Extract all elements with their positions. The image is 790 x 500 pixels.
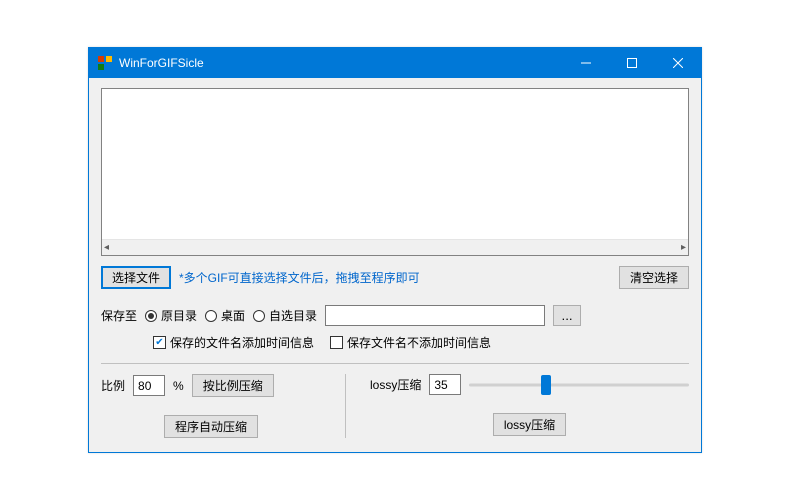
radio-icon xyxy=(253,310,265,322)
radio-original-dir[interactable]: 原目录 xyxy=(145,307,197,324)
file-list[interactable]: ◂ ▸ xyxy=(101,88,689,256)
drag-hint-label: *多个GIF可直接选择文件后，拖拽至程序即可 xyxy=(179,269,420,286)
ratio-label: 比例 xyxy=(101,377,125,394)
radio-icon xyxy=(145,310,157,322)
minimize-button[interactable] xyxy=(563,48,609,78)
close-button[interactable] xyxy=(655,48,701,78)
save-to-label: 保存至 xyxy=(101,307,137,324)
app-icon xyxy=(97,55,113,71)
select-file-button[interactable]: 选择文件 xyxy=(101,266,171,289)
checkbox-icon: ✔ xyxy=(153,336,166,349)
auto-compress-button[interactable]: 程序自动压缩 xyxy=(164,415,258,438)
radio-label: 桌面 xyxy=(221,307,245,324)
slider-track xyxy=(469,383,689,386)
lossy-panel: lossy压缩 lossy压缩 xyxy=(370,374,689,438)
radio-icon xyxy=(205,310,217,322)
browse-button[interactable]: ... xyxy=(553,305,581,326)
radio-custom-dir[interactable]: 自选目录 xyxy=(253,307,317,324)
slider-thumb[interactable] xyxy=(541,375,551,395)
titlebar[interactable]: WinForGIFSicle xyxy=(89,48,701,78)
lossy-input[interactable] xyxy=(429,374,461,395)
save-path-input[interactable] xyxy=(325,305,545,326)
window-title: WinForGIFSicle xyxy=(119,56,204,70)
checkbox-no-add-time[interactable]: 保存文件名不添加时间信息 xyxy=(330,334,491,351)
lossy-label: lossy压缩 xyxy=(370,376,421,393)
checkbox-label: 保存文件名不添加时间信息 xyxy=(347,334,491,351)
vertical-separator xyxy=(345,374,346,438)
divider xyxy=(101,363,689,364)
radio-desktop[interactable]: 桌面 xyxy=(205,307,245,324)
compress-by-ratio-button[interactable]: 按比例压缩 xyxy=(192,374,274,397)
checkbox-label: 保存的文件名添加时间信息 xyxy=(170,334,314,351)
ratio-panel: 比例 % 按比例压缩 程序自动压缩 xyxy=(101,374,321,438)
ratio-suffix: % xyxy=(173,379,184,393)
lossy-slider[interactable] xyxy=(469,375,689,395)
lossy-compress-button[interactable]: lossy压缩 xyxy=(493,413,566,436)
ratio-input[interactable] xyxy=(133,375,165,396)
scrollbar-horizontal[interactable]: ◂ ▸ xyxy=(102,239,688,255)
radio-label: 自选目录 xyxy=(269,307,317,324)
checkbox-add-time[interactable]: ✔ 保存的文件名添加时间信息 xyxy=(153,334,314,351)
radio-label: 原目录 xyxy=(161,307,197,324)
app-window: WinForGIFSicle ◂ ▸ 选择文件 *多个GIF可直接选择文件后，拖… xyxy=(88,47,702,453)
maximize-button[interactable] xyxy=(609,48,655,78)
content-area: ◂ ▸ 选择文件 *多个GIF可直接选择文件后，拖拽至程序即可 清空选择 保存至… xyxy=(89,78,701,452)
scroll-left-icon[interactable]: ◂ xyxy=(104,242,109,253)
clear-selection-button[interactable]: 清空选择 xyxy=(619,266,689,289)
checkbox-icon xyxy=(330,336,343,349)
scroll-right-icon[interactable]: ▸ xyxy=(681,242,686,253)
